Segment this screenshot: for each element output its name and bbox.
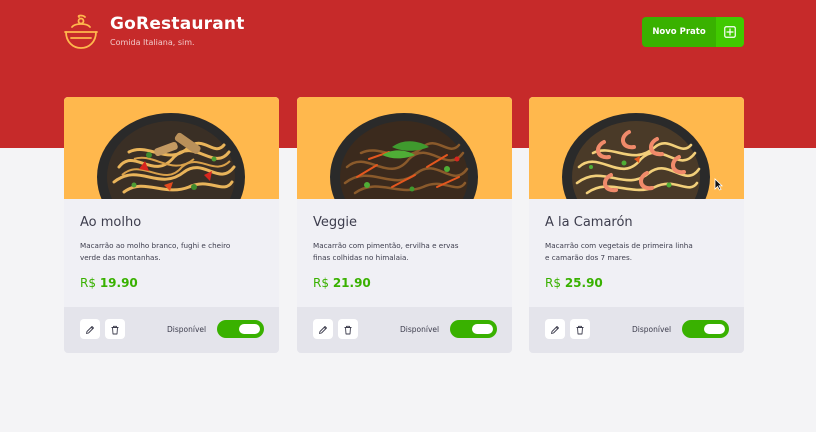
food-bowl-icon (62, 14, 100, 52)
delete-button[interactable] (105, 319, 125, 339)
dish-price: R$ 21.90 (313, 276, 371, 290)
availability-label: Disponível (167, 325, 207, 334)
edit-button[interactable] (313, 319, 333, 339)
trash-icon (575, 320, 585, 339)
dish-description-line: finas colhidas no himalaia. (313, 253, 409, 262)
new-dish-button-label: Novo Prato (652, 27, 706, 37)
dish-description-line: verde das montanhas. (80, 253, 161, 262)
dish-card: Ao molho Macarrão ao molho branco, fughi… (64, 97, 279, 353)
edit-button[interactable] (80, 319, 100, 339)
trash-icon (343, 320, 353, 339)
availability-label: Disponível (632, 325, 672, 334)
dish-card-footer: Disponível (529, 307, 744, 353)
plus-square-icon (716, 17, 744, 47)
price-currency: R$ (545, 276, 561, 290)
header: GoRestaurant Comida Italiana, sim. Novo … (0, 0, 816, 80)
dish-card-body: A la Camarón Macarrão com vegetais de pr… (529, 199, 744, 307)
app-title: GoRestaurant (110, 14, 245, 34)
mouse-cursor-icon (714, 178, 723, 191)
availability-label: Disponível (400, 325, 440, 334)
availability-toggle[interactable] (450, 320, 497, 338)
toggle-knob (472, 324, 493, 334)
dish-price: R$ 25.90 (545, 276, 603, 290)
dish-description: Macarrão ao molho branco, fughi e cheiro… (80, 240, 268, 264)
price-value: 25.90 (564, 276, 603, 290)
dish-card: A la Camarón Macarrão com vegetais de pr… (529, 97, 744, 353)
dish-description-line: Macarrão com pimentão, ervilha e ervas (313, 241, 459, 250)
availability-toggle[interactable] (682, 320, 729, 338)
dish-image (64, 97, 279, 199)
toggle-knob (704, 324, 725, 334)
dish-card-footer: Disponível (297, 307, 512, 353)
delete-button[interactable] (338, 319, 358, 339)
price-value: 19.90 (99, 276, 138, 290)
dish-price: R$ 19.90 (80, 276, 138, 290)
dish-image (529, 97, 744, 199)
pencil-icon (550, 320, 560, 339)
trash-icon (110, 320, 120, 339)
pencil-icon (85, 320, 95, 339)
pencil-icon (318, 320, 328, 339)
dish-card-body: Veggie Macarrão com pimentão, ervilha e … (297, 199, 512, 307)
dish-name: Veggie (313, 215, 357, 230)
toggle-knob (239, 324, 260, 334)
dish-card: Veggie Macarrão com pimentão, ervilha e … (297, 97, 512, 353)
dish-description: Macarrão com vegetais de primeira linha … (545, 240, 733, 264)
price-value: 21.90 (332, 276, 371, 290)
price-currency: R$ (80, 276, 96, 290)
app-subtitle: Comida Italiana, sim. (110, 38, 195, 47)
edit-button[interactable] (545, 319, 565, 339)
dish-description-line: Macarrão com vegetais de primeira linha (545, 241, 693, 250)
dish-image (297, 97, 512, 199)
delete-button[interactable] (570, 319, 590, 339)
price-currency: R$ (313, 276, 329, 290)
dish-description: Macarrão com pimentão, ervilha e ervas f… (313, 240, 501, 264)
availability-toggle[interactable] (217, 320, 264, 338)
dish-description-line: e camarão dos 7 mares. (545, 253, 633, 262)
new-dish-button[interactable]: Novo Prato (642, 17, 744, 47)
dish-description-line: Macarrão ao molho branco, fughi e cheiro (80, 241, 231, 250)
dish-card-body: Ao molho Macarrão ao molho branco, fughi… (64, 199, 279, 307)
dish-card-footer: Disponível (64, 307, 279, 353)
dish-name: A la Camarón (545, 215, 633, 230)
dish-name: Ao molho (80, 215, 142, 230)
